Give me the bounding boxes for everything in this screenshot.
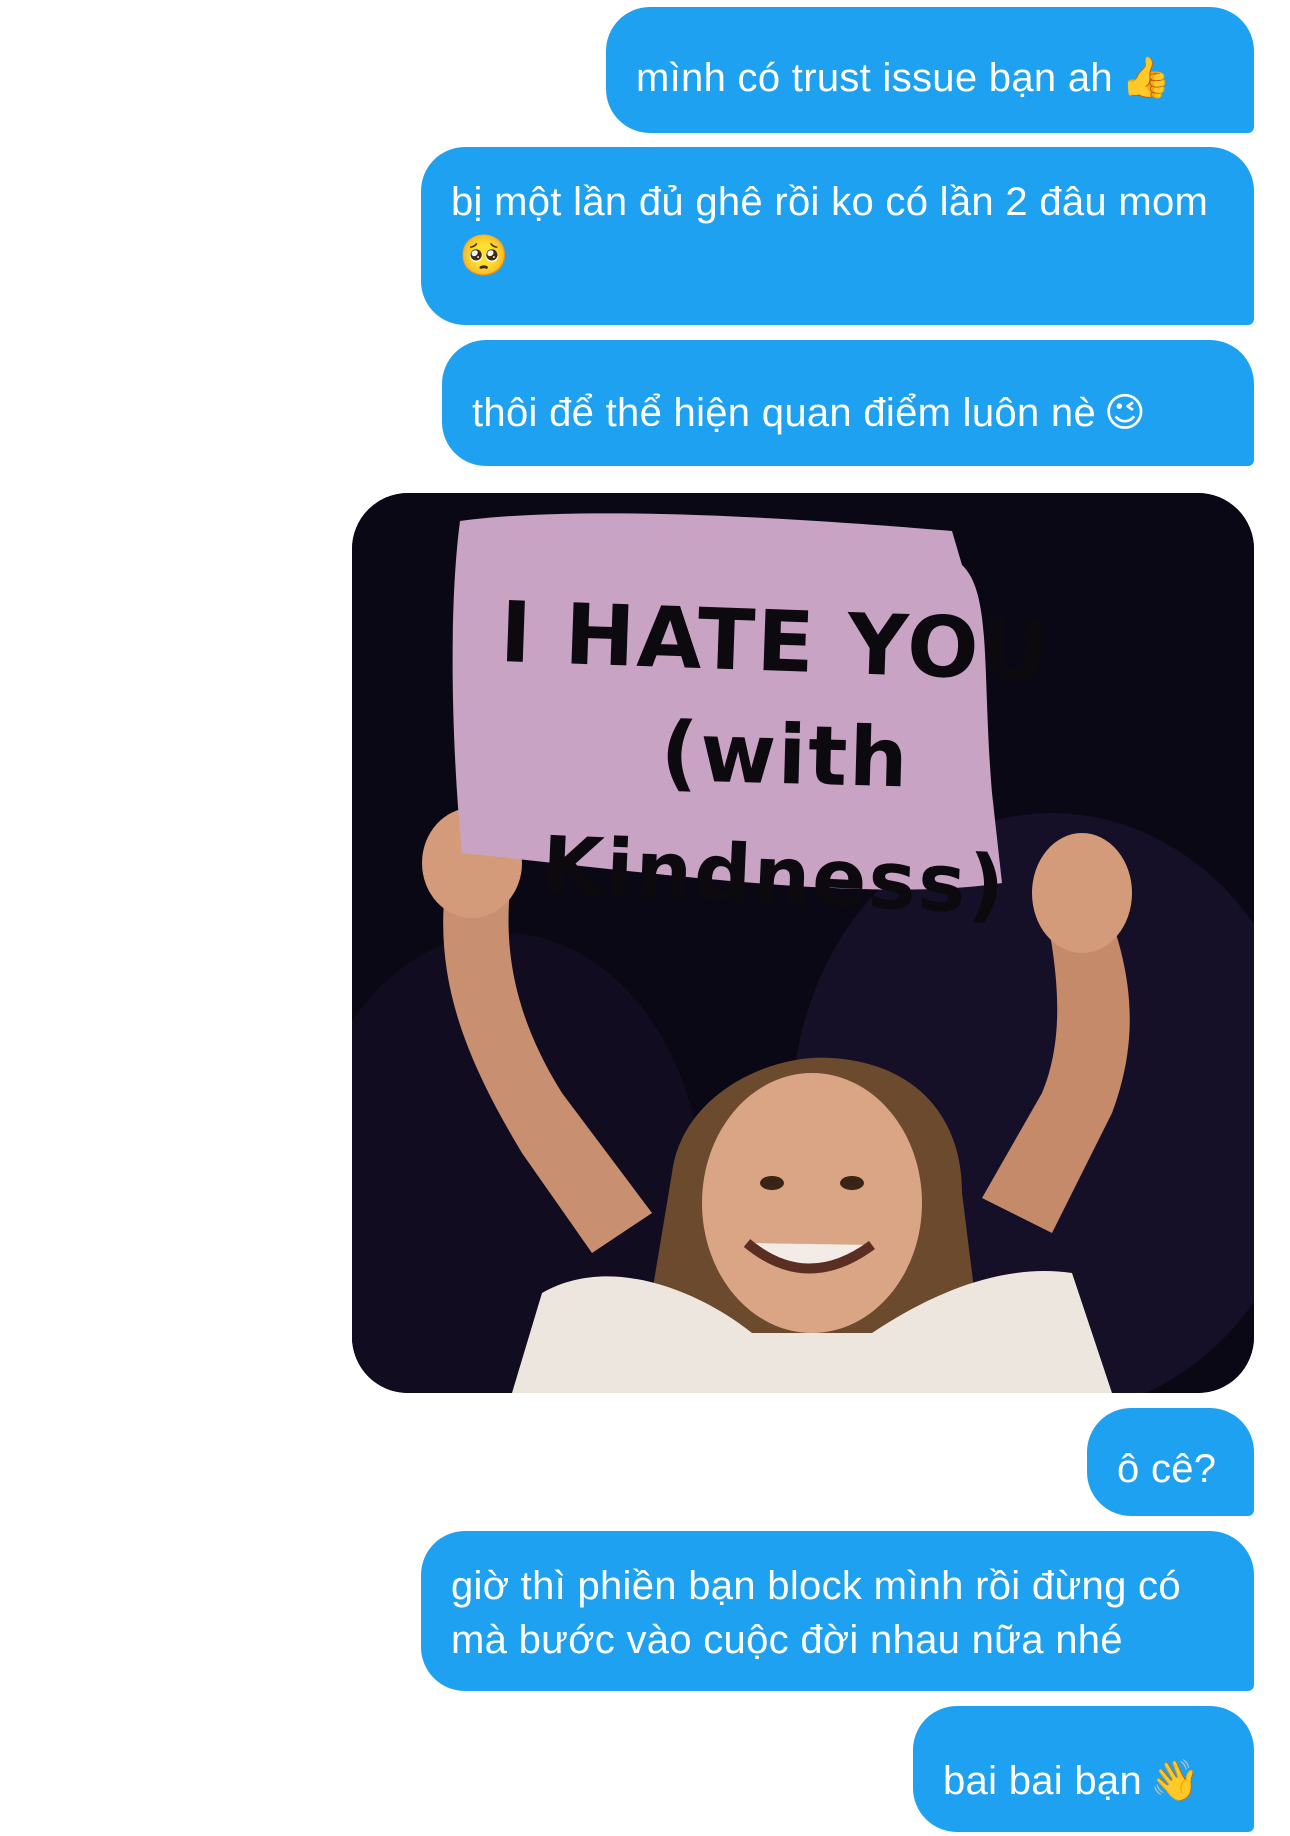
message-bubble[interactable]: mình có trust issue bạn ah 👍 [606, 7, 1254, 133]
message-bubble[interactable]: thôi để thể hiện quan điểm luôn nè 😉 [442, 340, 1254, 466]
meme-image [352, 493, 1254, 1393]
pleading-face-icon: 🥺 [459, 233, 510, 279]
waving-hand-icon: 👋 [1150, 1758, 1201, 1804]
protest-sign [452, 513, 1002, 890]
message-bubble[interactable]: giờ thì phiền bạn block mình rồi đừng có… [421, 1531, 1254, 1691]
message-text: bai bai bạn [943, 1759, 1143, 1803]
message-bubble[interactable]: ô cê? [1087, 1408, 1254, 1516]
thumbs-up-icon: 👍 [1120, 55, 1172, 101]
message-text: mình có trust issue bạn ah [636, 56, 1113, 100]
message-text: thôi để thể hiện quan điểm luôn nè [472, 391, 1097, 435]
message-text: bị một lần đủ ghê rồi ko có lần 2 đâu mo… [451, 180, 1209, 224]
message-bubble[interactable]: bị một lần đủ ghê rồi ko có lần 2 đâu mo… [421, 147, 1254, 325]
message-text: ô cê? [1117, 1447, 1217, 1491]
message-bubble[interactable]: bai bai bạn 👋 [913, 1706, 1254, 1832]
image-message[interactable]: I HATE YOU (with Kindness) [352, 493, 1254, 1393]
message-text: giờ thì phiền bạn block mình rồi đừng có… [451, 1564, 1181, 1662]
winking-face-icon: 😉 [1104, 390, 1147, 436]
